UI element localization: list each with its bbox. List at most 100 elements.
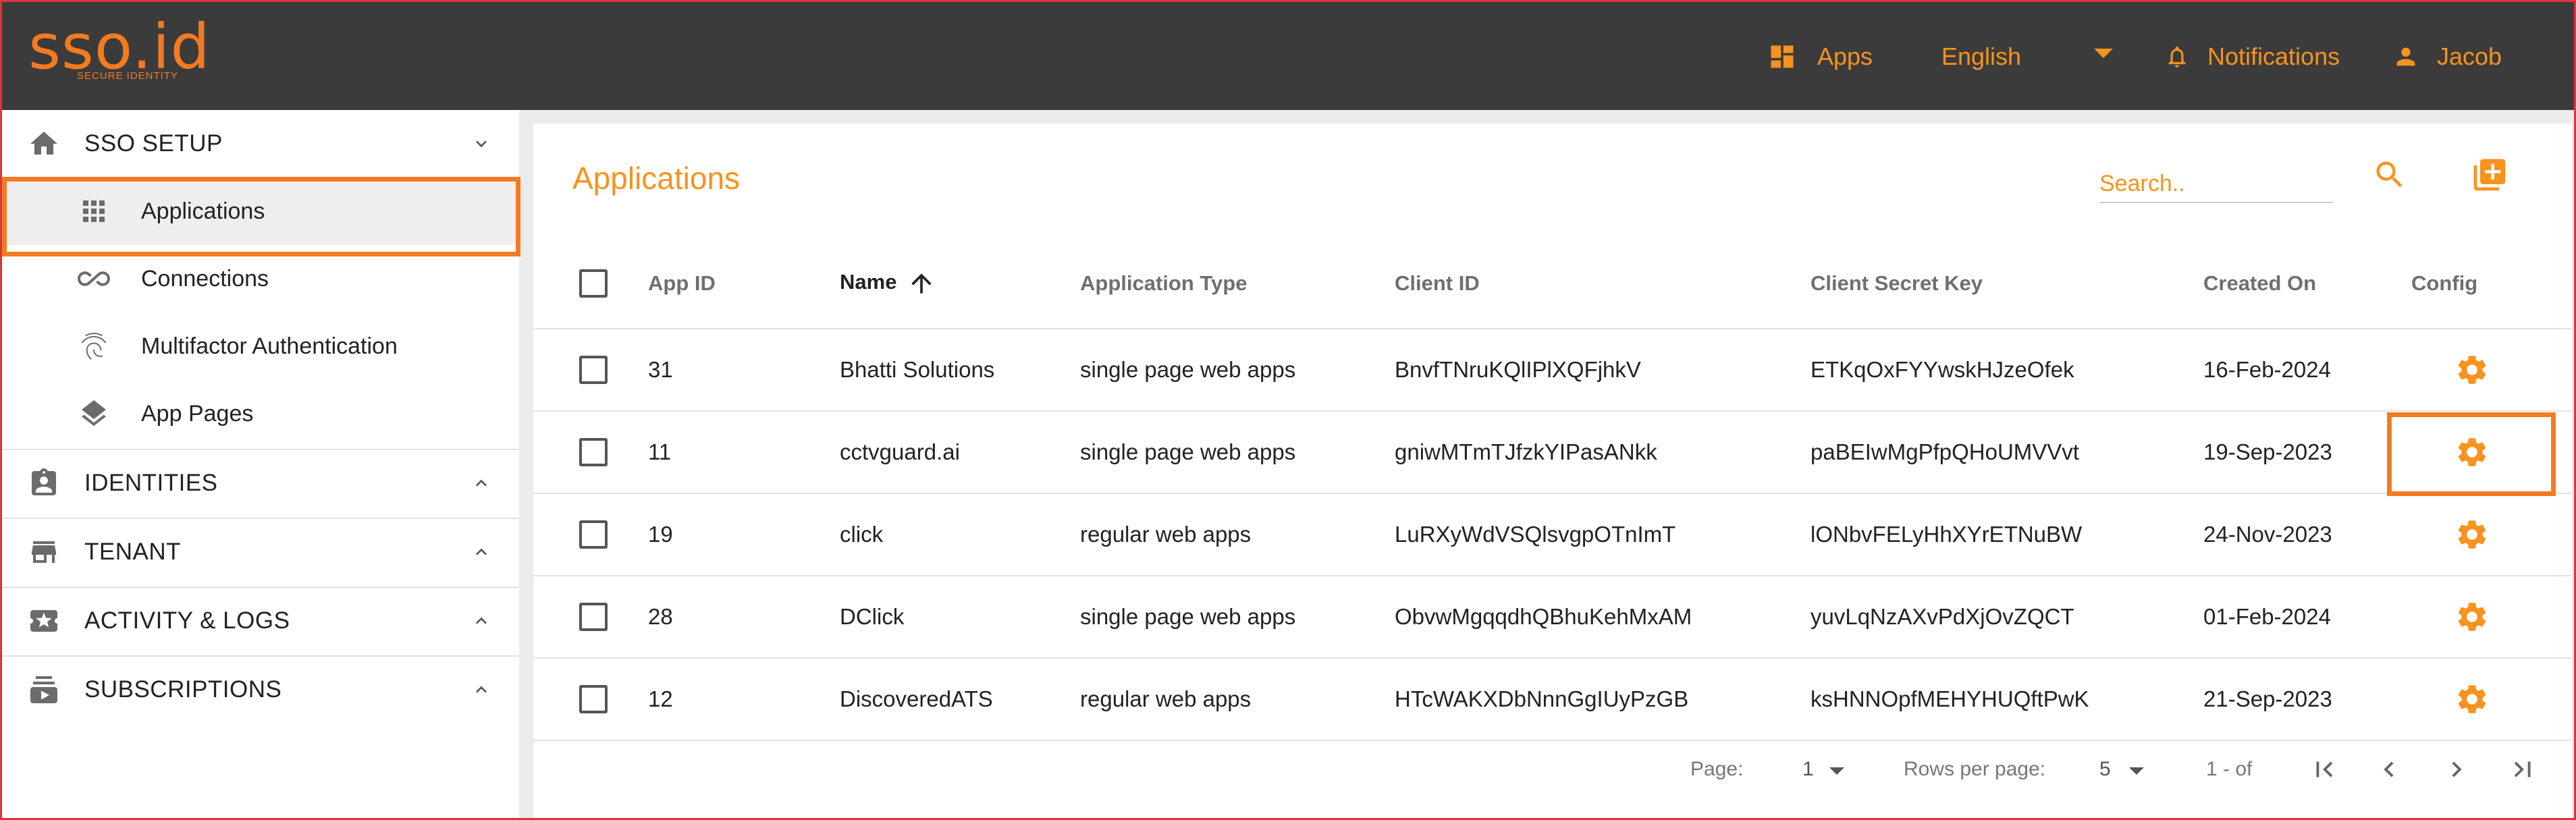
sidebar-item-applications[interactable]: Applications: [2, 177, 519, 245]
page-label: Page:: [1690, 758, 1744, 780]
caret-down-icon[interactable]: [2129, 767, 2144, 775]
cell-created-on: 21-Sep-2023: [2203, 686, 2332, 711]
table-row[interactable]: 31 Bhatti Solutions single page web apps Bn…: [533, 329, 2572, 411]
gear-icon[interactable]: [2454, 599, 2490, 634]
chevron-up-icon: [471, 610, 492, 632]
column-header-name[interactable]: Name: [840, 238, 1080, 329]
cell-config: [2411, 411, 2572, 493]
sidebar-item-label: App Pages: [141, 400, 254, 427]
cell-application-type: single page web apps: [1080, 357, 1296, 382]
next-page-icon[interactable]: [2441, 754, 2472, 785]
sidebar-section-identities[interactable]: IDENTITIES: [2, 449, 519, 516]
home-icon: [28, 128, 60, 160]
sidebar-section-subscriptions[interactable]: SUBSCRIPTIONS: [2, 655, 519, 723]
sidebar-item-label: Connections: [141, 265, 269, 292]
logo[interactable]: sso.id SECURE IDENTITY: [28, 13, 231, 88]
sidebar-section-sso-setup[interactable]: SSO SETUP: [2, 110, 519, 177]
cell-client-secret: lONbvFELyHhXYrETNuBW: [1810, 522, 2083, 547]
cell-app-id: 12: [648, 686, 673, 711]
fingerprint-icon: [78, 330, 110, 362]
column-header-created-on[interactable]: Created On: [2203, 238, 2411, 329]
table-row[interactable]: 11 cctvguard.ai single page web apps gniwMT…: [533, 411, 2572, 493]
rows-per-page-select[interactable]: 5: [2099, 758, 2111, 781]
cell-application-type: regular web apps: [1080, 686, 1252, 711]
cell-app-id: 11: [648, 439, 672, 464]
sidebar-item-multifactor[interactable]: Multifactor Authentication: [2, 312, 519, 380]
cell-config: [2411, 493, 2572, 576]
sort-arrow-up-icon[interactable]: [907, 269, 936, 298]
row-checkbox[interactable]: [579, 603, 608, 632]
caret-down-icon[interactable]: [1829, 767, 1844, 775]
table-row[interactable]: 12 DiscoveredATS regular web apps HTcWAKXDb…: [533, 658, 2572, 740]
gear-icon[interactable]: [2454, 435, 2490, 470]
store-icon: [28, 536, 60, 568]
sidebar-section-label: ACTIVITY & LOGS: [84, 607, 290, 634]
gear-icon[interactable]: [2454, 352, 2490, 387]
language-value: English: [1941, 43, 2022, 70]
column-header-app-id[interactable]: App ID: [648, 238, 840, 329]
cell-app-id: 31: [648, 357, 673, 382]
cell-client-secret: yuvLqNzAXvPdXjOvZQCT: [1810, 604, 2074, 629]
row-checkbox[interactable]: [579, 685, 608, 714]
apps-label: Apps: [1817, 43, 1873, 70]
first-page-icon[interactable]: [2309, 754, 2340, 785]
notifications-label: Notifications: [2207, 43, 2340, 70]
last-page-icon[interactable]: [2507, 754, 2538, 785]
local-activity-icon: [28, 605, 60, 637]
cell-client-secret: ETKqOxFYYwskHJzeOfek: [1810, 357, 2074, 382]
sidebar-section-activity-logs[interactable]: ACTIVITY & LOGS: [2, 586, 519, 654]
column-header-client-id[interactable]: Client ID: [1395, 238, 1810, 329]
person-icon: [2396, 47, 2415, 66]
column-header-application-type[interactable]: Application Type: [1080, 238, 1395, 329]
cell-config: [2411, 658, 2572, 740]
sidebar-item-label: Applications: [141, 198, 265, 224]
cell-client-secret: paBEIwMgPfpQHoUMVVvt: [1810, 439, 2079, 464]
sidebar: SSO SETUP Applications Connections Multi…: [2, 110, 519, 818]
language-select[interactable]: English: [1941, 35, 2113, 78]
id-badge-icon: [28, 467, 60, 499]
sidebar-section-label: SSO SETUP: [84, 130, 223, 157]
cell-application-type: single page web apps: [1080, 439, 1296, 464]
table-header-row: App ID Name Application Type Client ID C…: [533, 238, 2572, 329]
gear-icon[interactable]: [2454, 517, 2490, 552]
cell-client-id: gniwMTmTJfzkYIPasANkk: [1395, 439, 1657, 464]
pagination: Page: 1 Rows per page: 5 1 - of: [533, 751, 2572, 792]
column-header-client-secret[interactable]: Client Secret Key: [1810, 238, 2203, 329]
chevron-down-icon: [471, 133, 492, 155]
row-checkbox[interactable]: [579, 438, 608, 467]
previous-page-icon[interactable]: [2373, 754, 2405, 785]
row-checkbox[interactable]: [579, 520, 608, 549]
notifications-button[interactable]: Notifications: [2164, 35, 2340, 78]
row-checkbox[interactable]: [579, 356, 608, 385]
logo-subtitle: SECURE IDENTITY: [77, 70, 179, 82]
applications-panel: Applications App ID Name Application Typ…: [533, 124, 2572, 818]
cell-config: [2411, 329, 2572, 411]
cell-created-on: 24-Nov-2023: [2203, 522, 2332, 547]
sidebar-item-app-pages[interactable]: App Pages: [2, 380, 519, 447]
apps-button[interactable]: Apps: [1767, 35, 1873, 78]
column-header-label: Name: [840, 269, 897, 294]
sidebar-section-tenant[interactable]: TENANT: [2, 518, 519, 585]
chevron-up-icon: [471, 541, 492, 563]
dashboard-icon: [1771, 45, 1794, 68]
cell-app-id: 19: [648, 522, 673, 547]
cell-name: click: [840, 522, 884, 547]
gear-icon[interactable]: [2454, 682, 2490, 717]
sidebar-item-connections[interactable]: Connections: [2, 245, 519, 312]
cell-application-type: single page web apps: [1080, 604, 1296, 629]
table-row[interactable]: 19 click regular web apps LuRXyWdVSQlsvgpOT…: [533, 493, 2572, 576]
page-select[interactable]: 1: [1802, 758, 1814, 781]
table-row[interactable]: 28 DClick single page web apps ObvwMgqqdhQB…: [533, 576, 2572, 658]
cell-created-on: 19-Sep-2023: [2203, 439, 2332, 464]
search-input[interactable]: [2099, 165, 2333, 203]
applications-table: App ID Name Application Type Client ID C…: [533, 238, 2572, 741]
cell-name: cctvguard.ai: [840, 439, 960, 464]
layers-icon: [78, 398, 110, 430]
search-icon[interactable]: [2372, 157, 2407, 192]
cell-name: DClick: [840, 604, 905, 629]
cell-client-secret: ksHNNOpfMEHYHUQftPwK: [1810, 686, 2089, 711]
select-all-checkbox[interactable]: [579, 269, 608, 298]
user-menu[interactable]: Jacob: [2392, 35, 2502, 78]
page-range: 1 - of: [2206, 758, 2253, 780]
add-application-icon[interactable]: [2471, 156, 2508, 194]
